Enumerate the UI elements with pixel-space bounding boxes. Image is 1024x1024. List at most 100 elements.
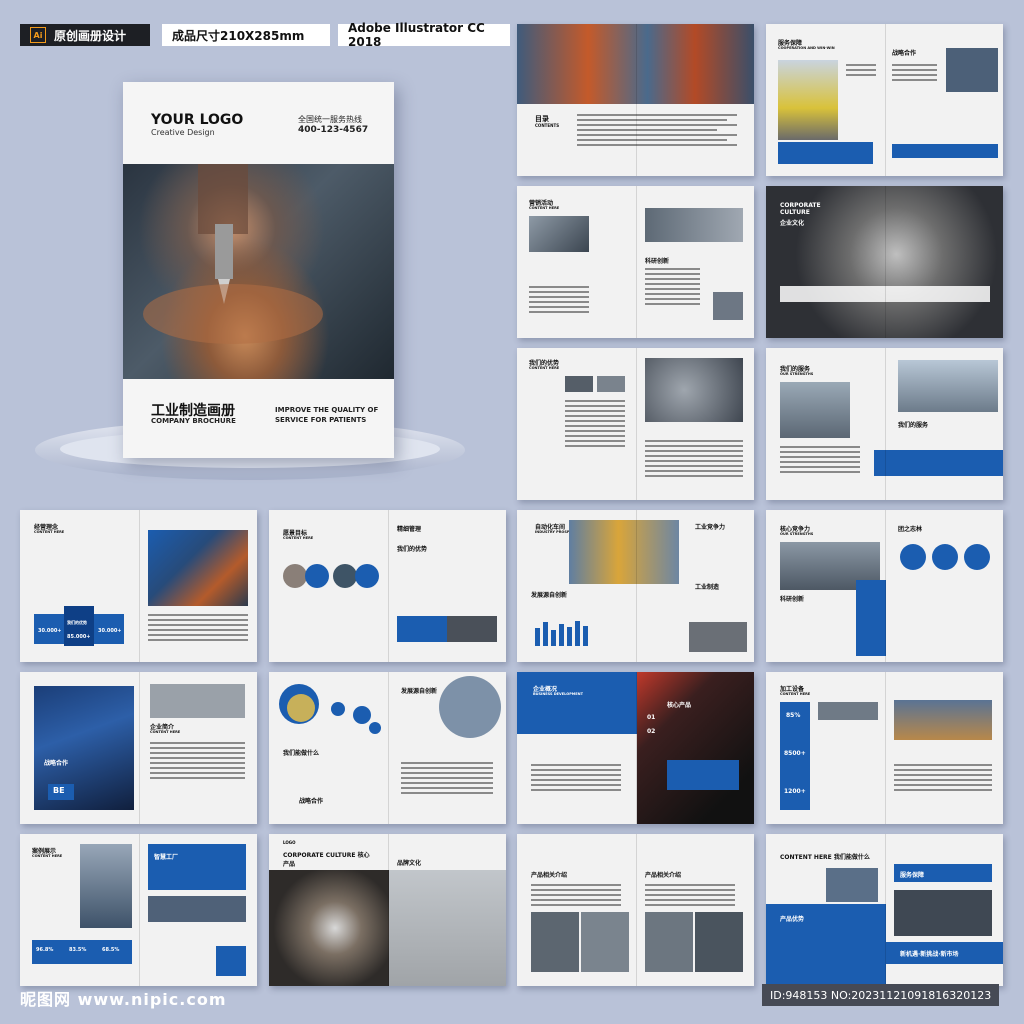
vision-gear-photo xyxy=(447,616,497,642)
cover-hotline: 全国统一服务热线 xyxy=(298,115,362,124)
tag-size: 成品尺寸210X285mm xyxy=(162,24,330,46)
cover-title-en: COMPANY BROCHURE xyxy=(151,417,236,425)
vision-right-title: 精细管理 xyxy=(397,526,422,533)
profile-badge: BE xyxy=(53,786,65,795)
hall-photo xyxy=(894,700,992,740)
spread-advantages: 我们的优势 CONTENT HERE xyxy=(517,348,754,500)
wwd-right-photo xyxy=(894,890,992,936)
philosophy-sub: CONTENT HERE xyxy=(34,530,65,534)
dev-bubble-3 xyxy=(369,722,381,734)
profile-left-label: 战略合作 xyxy=(44,760,69,767)
parts-photo-1 xyxy=(565,376,593,392)
dev-left2: 战略合作 xyxy=(299,798,324,805)
workshop-photo xyxy=(569,520,679,584)
spread-services: 我们的服务 OUR STRENGTHS 我们的服务 xyxy=(766,348,1003,500)
spread-products: 产品相关介绍 产品相关介绍 xyxy=(517,834,754,986)
team-title: 团之志林 xyxy=(898,526,923,533)
overview-dark-photo xyxy=(637,672,754,824)
parts-photo-2 xyxy=(597,376,625,392)
brochure-cover: YOUR LOGO Creative Design 全国统一服务热线 400-1… xyxy=(123,82,394,458)
illustrator-icon: Ai xyxy=(30,27,46,43)
stat-2: 85.000+ xyxy=(67,634,91,640)
core-research: 科研创新 xyxy=(780,596,805,603)
services-right-title: 我们的服务 xyxy=(898,422,929,429)
smart-factory-photo xyxy=(148,896,246,922)
watermark-text: 昵图网 www.nipic.com xyxy=(20,990,227,1009)
wwd-photo xyxy=(826,868,878,902)
philosophy-center: 我们的优势 xyxy=(67,620,87,625)
image-id: ID:948153 NO:20231121091816320123 xyxy=(762,984,1000,1006)
spread-automation: 自动化车间 INDUSTRY PROSPECTS 工业竞争力 工业制造 发展源自… xyxy=(517,510,754,662)
products-title: 产品相关介绍 xyxy=(531,872,568,879)
team-avatar-1 xyxy=(900,544,926,570)
spread-culture: CORPORATE CULTURE 企业文化 xyxy=(766,186,1003,338)
contents-list xyxy=(577,114,747,149)
core-blue-panel xyxy=(856,580,886,656)
tag-label: Adobe Illustrator CC 2018 xyxy=(348,21,485,49)
overview-num-1: 01 xyxy=(647,714,656,721)
services-sub: OUR STRENGTHS xyxy=(780,372,814,376)
bearing-photo xyxy=(269,870,389,986)
cnc-machine-image xyxy=(143,164,323,344)
dev-bubble-photo xyxy=(287,694,315,722)
equipment-stat-1: 85% xyxy=(786,712,801,719)
spread-vision: 愿景目标 CONTENT HERE 精细管理 我们的优势 xyxy=(269,510,506,662)
wwd-title: CONTENT HERE 我们能做什么 xyxy=(780,854,870,861)
stat-3: 30.000+ xyxy=(98,628,122,634)
spread-development: 我们能做什么 战略合作 发展源自创新 xyxy=(269,672,506,824)
strategy-blue-band xyxy=(892,144,998,158)
refinery-photo xyxy=(780,382,850,438)
dev-bubble-1 xyxy=(331,702,345,716)
machine-small-photo xyxy=(713,292,743,320)
spread-overview: 企业概况 BUSINESS DEVELOPMENT 核心产品 01 02 xyxy=(517,672,754,824)
contents-sub: CONTENTS xyxy=(535,123,560,128)
culture-sub: 企业文化 xyxy=(780,220,805,227)
cover-slogan: IMPROVE THE QUALITY OF SERVICE FOR PATIE… xyxy=(275,406,379,424)
tag-software: Adobe Illustrator CC 2018 xyxy=(338,21,510,49)
products-photo-3 xyxy=(645,912,693,972)
smart-factory-title: 智慧工厂 xyxy=(154,854,179,861)
spread-profile: 战略合作 BE 企业简介 CONTENT HERE xyxy=(20,672,257,824)
products-right-title: 产品相关介绍 xyxy=(645,872,682,879)
vision-sub: CONTENT HERE xyxy=(283,536,314,540)
dev-circle-photo xyxy=(439,676,501,738)
innovation-title: 发展源自创新 xyxy=(531,592,568,599)
robot-arm-photo xyxy=(148,530,248,606)
advantages-sub: CONTENT HERE xyxy=(529,366,560,370)
equipment-sub: CONTENT HERE xyxy=(780,692,811,696)
brand-culture-title: 品牌文化 xyxy=(397,860,422,867)
smart-factory-box xyxy=(148,844,246,890)
overview-sub: BUSINESS DEVELOPMENT xyxy=(533,692,583,696)
strategy-title: 战略合作 xyxy=(892,50,917,57)
cover-logo: YOUR LOGO xyxy=(151,112,244,128)
products-photo-1 xyxy=(531,912,579,972)
cases-stat-1: 96.8% xyxy=(36,947,54,953)
cover-machine-photo xyxy=(123,164,394,379)
team-avatar-3 xyxy=(964,544,990,570)
cases-photo xyxy=(80,844,132,928)
products-photo-4 xyxy=(695,912,743,972)
spread-core: 核心竞争力 OUR STRENGTHS 科研创新 团之志林 xyxy=(766,510,1003,662)
smart-factory-bottom xyxy=(216,946,246,976)
cover-phone: 400-123-4567 xyxy=(298,125,369,135)
pipes-photo xyxy=(529,216,589,252)
vision-circle-2 xyxy=(305,564,329,588)
tag-label: 原创画册设计 xyxy=(54,28,127,43)
brand-right-photo xyxy=(389,870,506,986)
overview-num-2: 02 xyxy=(647,728,656,735)
spread-cases: 案例展示 CONTENT HERE 96.8% 83.5% 68.5% 智慧工厂 xyxy=(20,834,257,986)
tag-label: 成品尺寸210X285mm xyxy=(172,28,305,43)
brand-title: CORPORATE CULTURE 核心产品 xyxy=(283,852,370,868)
vision-circle-1 xyxy=(283,564,307,588)
service-sub: COOPERATION AND WIN-WIN xyxy=(778,46,835,50)
cases-stat-3: 68.5% xyxy=(102,947,120,953)
vision-circle-3 xyxy=(333,564,357,588)
spread-equipment: 加工设备 CONTENT HERE 85% 8500+ 1200+ xyxy=(766,672,1003,824)
spread-contents: 目录 CONTENTS xyxy=(517,24,754,176)
team-avatar-2 xyxy=(932,544,958,570)
spread-marketing: 营销活动 CONTENT HERE 科研创新 xyxy=(517,186,754,338)
cases-sub: CONTENT HERE xyxy=(32,854,63,858)
profile-parts-photo xyxy=(150,684,245,718)
worker-photo xyxy=(778,60,838,140)
stat-box-center xyxy=(64,606,94,646)
